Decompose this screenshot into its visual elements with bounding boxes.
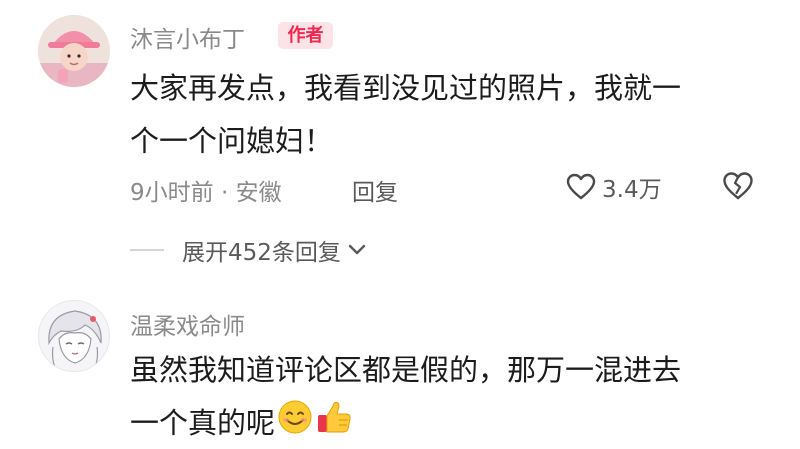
avatar-image (39, 301, 109, 371)
comment-item: 温柔戏命师 虽然我知道评论区都是假的，那万一混进去 一个真的呢 (0, 290, 800, 449)
comment-meta: 9小时前 · 安徽 (130, 180, 282, 206)
comment-text-line: 个一个问媳妇！ (130, 124, 334, 158)
comment-text-line-with-emoji: 一个真的呢 (130, 397, 770, 449)
chevron-down-icon (348, 244, 366, 255)
divider (130, 249, 164, 251)
comment-text: 大家再发点，我看到没见过的照片，我就一 个一个问媳妇！ (130, 62, 770, 168)
expand-replies-label: 展开452条回复 (182, 240, 341, 266)
like-count: 3.4万 (602, 177, 662, 203)
comment-text-line: 大家再发点，我看到没见过的照片，我就一 (130, 71, 682, 105)
author-badge: 作者 (278, 22, 333, 49)
thumbs-up-emoji (315, 398, 353, 449)
comment-text-line: 虽然我知道评论区都是假的，那万一混进去 (130, 353, 682, 387)
comment-text-line: 一个真的呢 (130, 406, 276, 440)
reply-button[interactable]: 回复 (352, 173, 398, 207)
username[interactable]: 沐言小布丁 (130, 20, 245, 54)
avatar[interactable] (38, 300, 110, 372)
avatar[interactable] (38, 15, 110, 87)
comment-text: 虽然我知道评论区都是假的，那万一混进去 一个真的呢 (130, 344, 770, 449)
broken-heart-icon (723, 172, 753, 200)
username[interactable]: 温柔戏命师 (130, 307, 245, 341)
heart-outline-icon (566, 173, 596, 200)
dislike-button[interactable] (722, 171, 754, 205)
expand-replies-button[interactable]: 展开452条回复 (182, 233, 367, 267)
like-button[interactable]: 3.4万 (566, 170, 662, 204)
smiling-face-emoji (277, 399, 313, 449)
comment-item: 沐言小布丁 作者 大家再发点，我看到没见过的照片，我就一 个一个问媳妇！ 9小时… (0, 0, 800, 270)
avatar-image (38, 15, 110, 87)
